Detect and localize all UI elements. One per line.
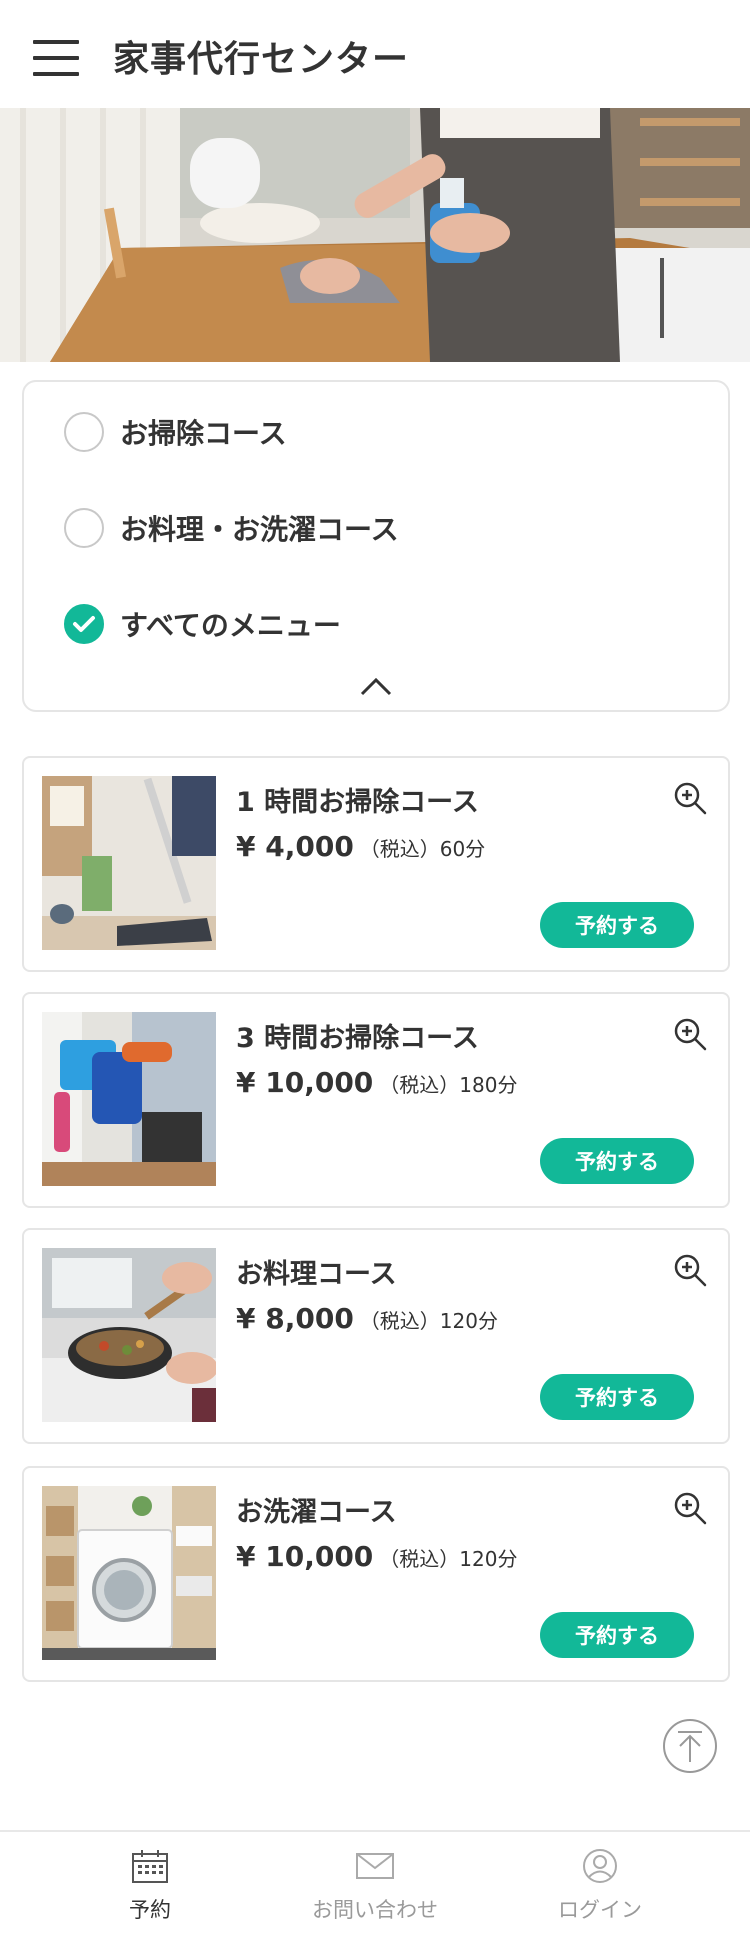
menu-icon[interactable] (33, 40, 79, 76)
course-price: ¥ 4,000 (236, 830, 354, 863)
app-title: 家事代行センター (113, 39, 410, 80)
radio-icon (64, 508, 104, 548)
hero-image (0, 108, 750, 362)
price-row: ¥ 10,000 （税込）120分 (236, 1540, 517, 1573)
zoom-in-icon[interactable] (672, 1252, 708, 1288)
user-icon (580, 1848, 620, 1884)
book-button[interactable]: 予約する (540, 902, 694, 948)
course-duration: 120分 (459, 1547, 518, 1571)
nav-label: ログイン (558, 1898, 642, 1922)
course-price: ¥ 10,000 (236, 1540, 374, 1573)
zoom-in-icon[interactable] (672, 780, 708, 816)
nav-item-contact[interactable]: お問い合わせ (250, 1832, 500, 1940)
course-card: 1 時間お掃除コース ¥ 4,000 （税込）60分 予約する (22, 756, 730, 972)
check-icon (64, 604, 104, 644)
course-duration: 120分 (439, 1309, 498, 1333)
book-button[interactable]: 予約する (540, 1612, 694, 1658)
course-card: お洗濯コース ¥ 10,000 （税込）120分 予約する (22, 1466, 730, 1682)
filter-option-label: お掃除コース (120, 417, 287, 450)
course-card: 3 時間お掃除コース ¥ 10,000 （税込）180分 予約する (22, 992, 730, 1208)
calendar-icon (130, 1848, 170, 1884)
course-name: お洗濯コース (236, 1497, 397, 1528)
app-header: 家事代行センター (0, 0, 750, 108)
course-duration: 60分 (439, 837, 486, 861)
filter-option-cleaning[interactable]: お掃除コース (64, 412, 287, 452)
book-button[interactable]: 予約する (540, 1138, 694, 1184)
course-name: 3 時間お掃除コース (236, 1023, 479, 1054)
nav-label: 予約 (129, 1898, 171, 1922)
tax-note: （税込） (359, 837, 440, 861)
course-image (42, 1248, 216, 1422)
course-name: お料理コース (236, 1259, 397, 1290)
filter-option-label: お料理・お洗濯コース (120, 513, 399, 546)
course-card: お料理コース ¥ 8,000 （税込）120分 予約する (22, 1228, 730, 1444)
course-price: ¥ 10,000 (236, 1066, 374, 1099)
filter-option-cooking-laundry[interactable]: お料理・お洗濯コース (64, 508, 399, 548)
zoom-in-icon[interactable] (672, 1490, 708, 1526)
radio-icon (64, 412, 104, 452)
tax-note: （税込） (359, 1309, 440, 1333)
zoom-in-icon[interactable] (672, 1016, 708, 1052)
price-row: ¥ 4,000 （税込）60分 (236, 830, 485, 863)
course-filter: お掃除コース お料理・お洗濯コース すべてのメニュー (22, 380, 730, 712)
course-duration: 180分 (459, 1073, 518, 1097)
book-button[interactable]: 予約する (540, 1374, 694, 1420)
course-price: ¥ 8,000 (236, 1302, 354, 1335)
chevron-up-icon[interactable] (356, 674, 396, 698)
course-image (42, 1486, 216, 1660)
tax-note: （税込） (379, 1073, 460, 1097)
course-name: 1 時間お掃除コース (236, 787, 479, 818)
mail-icon (355, 1848, 395, 1884)
bottom-nav: 予約 お問い合わせ ログイン (0, 1830, 750, 1940)
course-image (42, 1012, 216, 1186)
price-row: ¥ 8,000 （税込）120分 (236, 1302, 498, 1335)
price-row: ¥ 10,000 （税込）180分 (236, 1066, 517, 1099)
filter-option-all[interactable]: すべてのメニュー (64, 604, 341, 644)
nav-label: お問い合わせ (312, 1898, 438, 1922)
tax-note: （税込） (379, 1547, 460, 1571)
nav-item-reservation[interactable]: 予約 (25, 1832, 275, 1940)
filter-option-label: すべてのメニュー (120, 609, 341, 642)
course-image (42, 776, 216, 950)
back-to-top-icon[interactable] (662, 1718, 718, 1774)
nav-item-login[interactable]: ログイン (475, 1832, 725, 1940)
